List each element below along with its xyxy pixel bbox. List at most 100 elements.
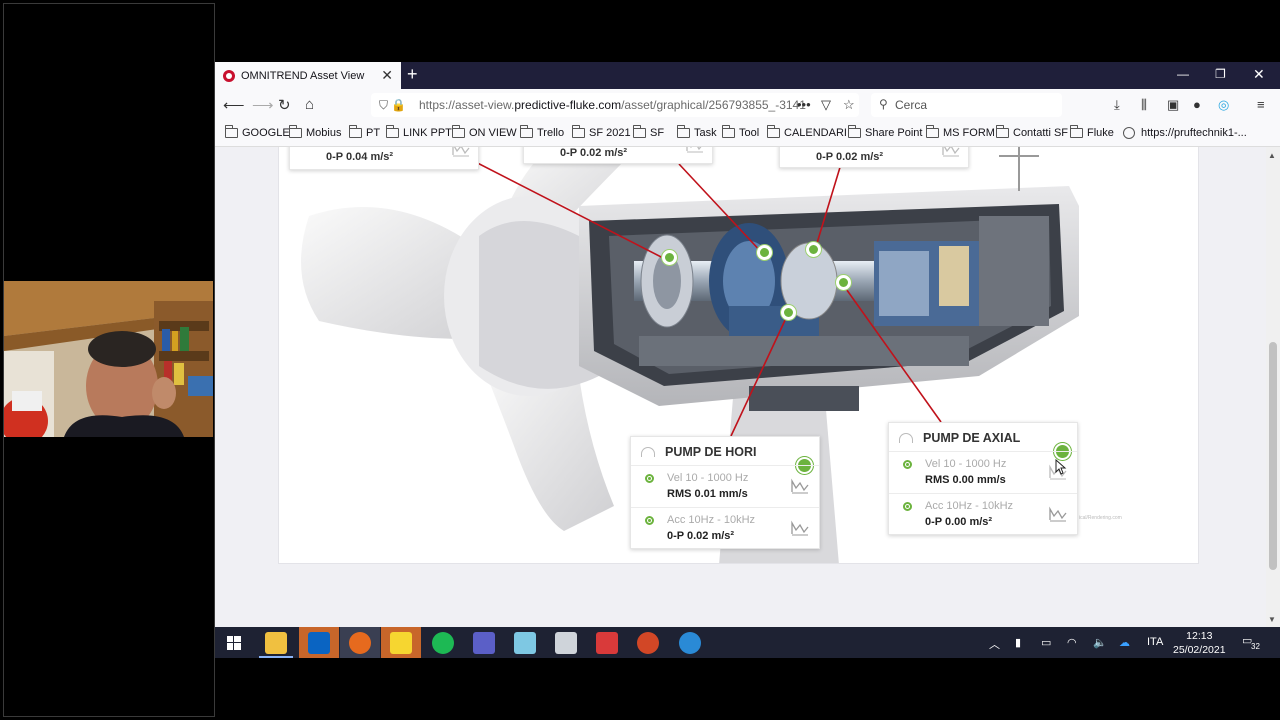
minimize-icon[interactable]: — (1177, 67, 1189, 81)
bookmark-label: Tool (739, 127, 760, 139)
bookmark-pt[interactable]: PT (349, 125, 380, 139)
forward-icon[interactable]: ⟶ (252, 96, 274, 114)
bookmark-label: Trello (537, 127, 565, 139)
bookmark-tool[interactable]: Tool (722, 125, 760, 139)
measurement-row[interactable]: Vel 10 - 1000 Hz RMS 0.01 mm/s (631, 465, 819, 507)
folder-icon (349, 125, 362, 138)
bookmark-on-view[interactable]: ON VIEW (452, 125, 517, 139)
scroll-thumb[interactable] (1269, 342, 1277, 570)
tab-omnitrend[interactable]: OMNITREND Asset View ✕ (215, 62, 401, 89)
home-icon[interactable]: ⌂ (305, 96, 314, 113)
bookmark-label: Task (694, 127, 717, 139)
library-icon[interactable]: ⫼ (1141, 97, 1147, 113)
measurement-row[interactable]: Acc 10Hz - 10kHz 0-P 0.02 m/s² (631, 507, 819, 549)
measurement-row[interactable]: Vel 10 - 1000 Hz RMS 0.00 mm/s (889, 451, 1077, 493)
snowflake-app-icon[interactable] (679, 632, 701, 654)
sensor-gearbox-axial[interactable] (836, 275, 851, 290)
bookmark-calendari[interactable]: CALENDARI (767, 125, 847, 139)
trend-chart-icon[interactable] (452, 147, 470, 157)
bookmark-label: MS FORM (943, 127, 995, 139)
sensor-gearbox-top[interactable] (806, 242, 821, 257)
new-tab-icon[interactable]: + (407, 64, 418, 85)
back-icon[interactable]: ⟵ (223, 96, 245, 114)
windows-start-icon[interactable] (227, 636, 241, 650)
scroll-down-icon[interactable]: ▼ (1268, 615, 1276, 624)
trend-chart-icon[interactable] (1049, 506, 1067, 522)
measurement-label: Vel 10 - 1000 Hz (667, 472, 749, 484)
onedrive-icon[interactable]: ☁ (1119, 636, 1130, 649)
folder-icon (722, 125, 735, 138)
shield-lock-icon: ⛉ 🔒 (379, 98, 407, 112)
bookmark-pruftechnik[interactable]: https://pruftechnik1-... (1123, 127, 1247, 139)
menu-icon[interactable]: ≡ (1257, 97, 1265, 112)
sensor-popup-top-left[interactable]: 0-P 0.04 m/s² (289, 147, 479, 170)
sensor-main-bearing[interactable] (662, 250, 677, 265)
sticky-notes-icon[interactable] (390, 632, 412, 654)
bookmark-label: LINK PPT (403, 127, 452, 139)
dashboard-app-icon[interactable] (596, 632, 618, 654)
trend-chart-icon[interactable] (791, 478, 809, 494)
battery-icon[interactable]: ▭ (1041, 636, 1051, 649)
more-actions-icon[interactable]: ••• (797, 97, 811, 112)
sidebar-icon[interactable]: ▣ (1167, 97, 1179, 113)
tray-chevron-icon[interactable]: ︿ (989, 636, 1000, 652)
trend-chart-icon[interactable] (686, 147, 704, 153)
spotify-icon[interactable] (432, 632, 454, 654)
bookmark-trello[interactable]: Trello (520, 125, 565, 139)
scroll-up-icon[interactable]: ▲ (1268, 151, 1276, 160)
teams-icon[interactable] (473, 632, 495, 654)
downloads-icon[interactable]: ⤓ (1114, 97, 1120, 113)
account-icon[interactable]: ● (1193, 97, 1201, 112)
status-dot-icon (903, 460, 912, 469)
bookmark-label: https://pruftechnik1-... (1141, 127, 1247, 139)
reading-value: 0-P 0.04 m/s² (326, 151, 394, 163)
status-dot-icon (903, 502, 912, 511)
powerpoint-icon[interactable] (637, 632, 659, 654)
bookmark-contatti-sf[interactable]: Contatti SF (996, 125, 1068, 139)
bookmark-sf[interactable]: SF (633, 125, 664, 139)
bookmark-google[interactable]: GOOGLE (225, 125, 290, 139)
folder-icon (386, 125, 399, 138)
sensor-gearbox-input[interactable] (757, 245, 772, 260)
search-input[interactable]: ⚲ Cerca (871, 93, 1062, 117)
restore-icon[interactable]: ❐ (1215, 67, 1226, 81)
bookmark-task[interactable]: Task (677, 125, 717, 139)
notification-count: 32 (1251, 642, 1260, 651)
sensor-popup-pump-de-hori[interactable]: PUMP DE HORI Vel 10 - 1000 Hz RMS 0.01 m… (630, 436, 820, 549)
url-bar[interactable]: ⛉ 🔒 https://asset-view. predictive-fluke.… (371, 93, 859, 117)
wifi-icon[interactable]: ◠ (1067, 636, 1077, 649)
bookmark-share-point[interactable]: Share Point (848, 125, 922, 139)
search-placeholder: Cerca (895, 98, 928, 112)
bookmark-link-ppt[interactable]: LINK PPT (386, 125, 452, 139)
file-explorer-icon[interactable] (265, 632, 287, 654)
bookmark-sf-2021[interactable]: SF 2021 (572, 125, 631, 139)
language-indicator[interactable]: ITA (1147, 636, 1163, 648)
bookmark-mobius[interactable]: Mobius (289, 125, 341, 139)
measurement-value: 0-P 0.02 m/s² (667, 530, 735, 542)
microphone-icon[interactable]: ▮ (1015, 636, 1021, 649)
trend-chart-icon[interactable] (791, 520, 809, 536)
bookmark-fluke[interactable]: Fluke (1070, 125, 1114, 139)
tab-close-icon[interactable]: ✕ (381, 67, 393, 84)
sync-icon[interactable]: ◎ (1218, 97, 1229, 113)
taskbar-clock[interactable]: 12:13 25/02/2021 (1173, 629, 1226, 657)
firefox-icon[interactable] (349, 632, 371, 654)
sensor-gearbox-hori[interactable] (781, 305, 796, 320)
volume-icon[interactable]: 🔈 (1093, 636, 1107, 649)
outlook-icon[interactable] (308, 632, 330, 654)
bookmark-star-icon[interactable]: ☆ (843, 97, 855, 113)
pocket-icon[interactable]: ▽ (821, 97, 831, 113)
folder-icon (572, 125, 585, 138)
app-icon[interactable] (514, 632, 536, 654)
trend-chart-icon[interactable] (942, 147, 960, 157)
sensor-popup-top-right[interactable]: 0-P 0.02 m/s² (779, 147, 969, 168)
photos-icon[interactable] (555, 632, 577, 654)
reload-icon[interactable]: ↻ (278, 96, 291, 114)
page-scrollbar[interactable]: ▲ ▼ (1266, 147, 1280, 627)
measurement-row[interactable]: Acc 10Hz - 10kHz 0-P 0.00 m/s² (889, 493, 1077, 535)
sensor-popup-top-center[interactable]: 0-P 0.02 m/s² (523, 147, 713, 164)
bookmark-ms-form[interactable]: MS FORM (926, 125, 995, 139)
close-window-icon[interactable]: ✕ (1253, 66, 1265, 83)
sensor-popup-pump-de-axial[interactable]: PUMP DE AXIAL Vel 10 - 1000 Hz RMS 0.00 … (888, 422, 1078, 535)
folder-icon (677, 125, 690, 138)
